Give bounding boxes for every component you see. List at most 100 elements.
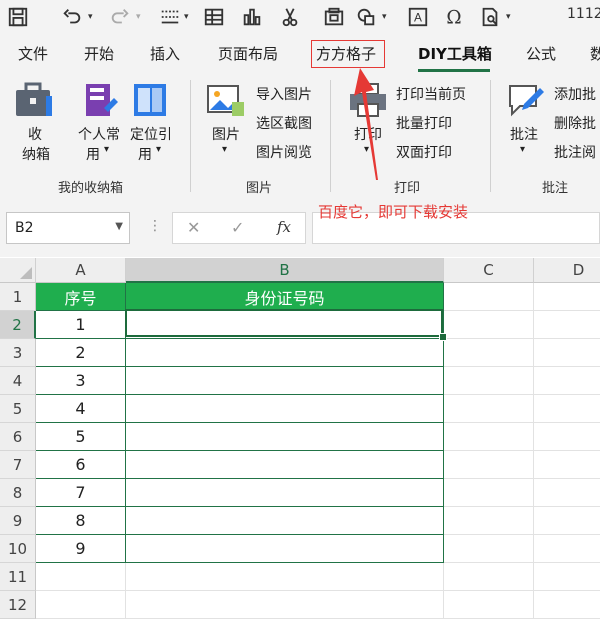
name-box-dropdown-icon[interactable]: ▼ <box>115 221 123 232</box>
batch-print-item[interactable]: 批量打印 <box>396 113 452 133</box>
row-header[interactable]: 9 <box>0 507 36 535</box>
personal-label-1[interactable]: 个人常 <box>78 124 120 144</box>
undo-dropdown-icon[interactable]: ▾ <box>88 12 93 22</box>
empty-cell[interactable] <box>534 283 600 311</box>
table-cell[interactable] <box>126 339 444 367</box>
column-header-c[interactable]: C <box>444 258 534 283</box>
browse-comment-item[interactable]: 批注阅 <box>554 142 596 162</box>
enter-icon[interactable]: ✓ <box>231 218 244 237</box>
table-cell[interactable]: 9 <box>36 535 126 563</box>
empty-cells-area[interactable] <box>36 563 444 619</box>
print-current-page-item[interactable]: 打印当前页 <box>396 84 466 104</box>
shapes-dropdown-icon[interactable]: ▾ <box>382 12 387 22</box>
comment-label[interactable]: 批注 <box>510 124 538 144</box>
tab-insert[interactable]: 插入 <box>150 43 180 64</box>
table-cell[interactable] <box>126 423 444 451</box>
annotation-arrow-icon <box>354 68 378 180</box>
picture-label[interactable]: 图片 <box>212 124 240 144</box>
format-dropdown-icon[interactable]: ▾ <box>184 12 189 22</box>
save-icon[interactable] <box>6 5 30 29</box>
table-cell[interactable]: 4 <box>36 395 126 423</box>
add-comment-item[interactable]: 添加批 <box>554 84 596 104</box>
row-header[interactable]: 11 <box>0 563 36 591</box>
table-cell[interactable]: 5 <box>36 423 126 451</box>
chart-icon[interactable] <box>240 5 264 29</box>
text-box-icon[interactable]: A <box>406 5 430 29</box>
locate-reference-icon[interactable] <box>130 80 170 124</box>
select-all-corner[interactable] <box>0 258 36 283</box>
table-cell[interactable]: 7 <box>36 479 126 507</box>
table-cell[interactable] <box>126 395 444 423</box>
picture-browse-item[interactable]: 图片阅览 <box>256 142 312 162</box>
svg-text:Ω: Ω <box>446 7 461 28</box>
comment-group-label: 批注 <box>542 181 569 196</box>
row-header[interactable]: 6 <box>0 423 36 451</box>
tab-formulas[interactable]: 公式 <box>526 43 556 64</box>
region-screenshot-item[interactable]: 选区截图 <box>256 113 312 133</box>
insert-function-icon[interactable]: fx <box>277 218 291 236</box>
fill-handle[interactable] <box>439 333 447 341</box>
row-header[interactable]: 4 <box>0 367 36 395</box>
table-cell[interactable] <box>126 367 444 395</box>
collect-label-1[interactable]: 收 <box>28 124 42 144</box>
row-header[interactable]: 10 <box>0 535 36 563</box>
column-header-b[interactable]: B <box>126 258 444 283</box>
tab-home[interactable]: 开始 <box>84 43 114 64</box>
column-header-a[interactable]: A <box>36 258 126 283</box>
row-header[interactable]: 7 <box>0 451 36 479</box>
picture-dropdown-icon[interactable]: ▾ <box>222 144 227 155</box>
table-header-cell[interactable]: 序号 <box>36 283 126 311</box>
table-cell[interactable] <box>126 479 444 507</box>
comment-icon[interactable] <box>506 82 546 122</box>
redo-icon[interactable] <box>108 5 132 29</box>
comment-dropdown-icon[interactable]: ▾ <box>520 144 525 155</box>
camera-icon[interactable] <box>322 5 346 29</box>
import-picture-item[interactable]: 导入图片 <box>256 84 312 104</box>
duplex-print-item[interactable]: 双面打印 <box>396 142 452 162</box>
table-header-cell[interactable]: 身份证号码 <box>126 283 444 311</box>
empty-cells-area[interactable] <box>444 311 600 619</box>
picture-icon[interactable] <box>206 82 246 122</box>
row-header[interactable]: 3 <box>0 339 36 367</box>
tab-page-layout[interactable]: 页面布局 <box>218 43 278 64</box>
table-cell[interactable] <box>126 535 444 563</box>
tab-file[interactable]: 文件 <box>18 43 48 64</box>
row-header[interactable]: 12 <box>0 591 36 619</box>
table-cell[interactable]: 6 <box>36 451 126 479</box>
row-header[interactable]: 5 <box>0 395 36 423</box>
collect-label-2[interactable]: 纳箱 <box>22 144 50 164</box>
cut-icon[interactable] <box>278 5 302 29</box>
locate-label-2[interactable]: 用 <box>138 144 152 164</box>
symbol-icon[interactable]: Ω <box>442 5 466 29</box>
table-cell[interactable]: 3 <box>36 367 126 395</box>
name-box-value: B2 <box>15 220 34 236</box>
undo-icon[interactable] <box>60 5 84 29</box>
tab-data[interactable]: 数 <box>590 43 600 64</box>
table-cell[interactable]: 2 <box>36 339 126 367</box>
row-header[interactable]: 8 <box>0 479 36 507</box>
customize-qat-icon[interactable]: ▾ <box>506 12 511 22</box>
redo-dropdown-icon[interactable]: ▾ <box>136 12 141 22</box>
table-icon[interactable] <box>202 5 226 29</box>
row-header[interactable]: 1 <box>0 283 36 311</box>
personal-label-2[interactable]: 用 <box>86 144 100 164</box>
toolbox-icon[interactable] <box>14 80 58 124</box>
table-cell[interactable]: 1 <box>36 311 126 339</box>
personal-favorites-icon[interactable] <box>80 80 120 124</box>
table-cell[interactable] <box>126 451 444 479</box>
name-box[interactable]: B2 ▼ <box>6 212 130 244</box>
cancel-icon[interactable]: ✕ <box>187 218 200 237</box>
empty-cell[interactable] <box>444 283 534 311</box>
table-cell[interactable]: 8 <box>36 507 126 535</box>
tab-diy-toolbox[interactable]: DIY工具箱 <box>418 43 492 64</box>
column-header-d[interactable]: D <box>534 258 600 283</box>
row-header[interactable]: 2 <box>0 311 36 339</box>
table-cell[interactable] <box>126 507 444 535</box>
locate-dropdown-icon[interactable]: ▾ <box>156 144 161 155</box>
format-painter-icon[interactable] <box>158 5 182 29</box>
shapes-icon[interactable] <box>354 5 378 29</box>
delete-comment-item[interactable]: 删除批 <box>554 113 596 133</box>
locate-label-1[interactable]: 定位引 <box>130 124 172 144</box>
print-preview-icon[interactable] <box>478 5 502 29</box>
personal-dropdown-icon[interactable]: ▾ <box>104 144 109 155</box>
